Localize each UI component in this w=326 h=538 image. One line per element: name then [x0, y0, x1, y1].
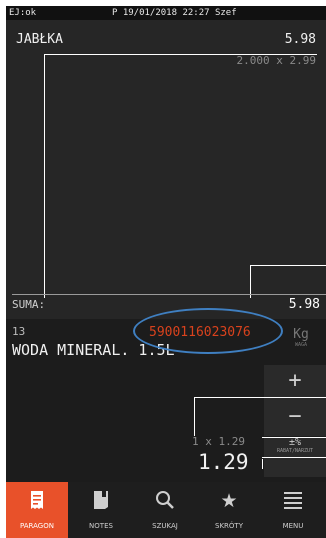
tab-label: MENU — [282, 522, 304, 530]
annotation-line — [262, 457, 326, 458]
star-icon: ★ — [220, 490, 238, 512]
ej-status: EJ:ok — [9, 8, 37, 18]
tab-label: SZUKAJ — [152, 522, 178, 530]
menu-icon — [262, 490, 324, 515]
status-bar: EJ:ok P 19/01/2018 22:27 Szef — [6, 6, 326, 20]
sum-label: SUMA: — [12, 298, 46, 311]
tab-label: NOTES — [89, 522, 113, 530]
tab-paragon[interactable]: PARAGON — [6, 482, 68, 538]
receipt-line[interactable]: JABŁKA 5.98 — [16, 32, 316, 47]
unit-sub-label: WAGA — [294, 342, 308, 348]
annotation-line — [262, 437, 326, 438]
barcode-highlight-oval — [133, 308, 283, 354]
annotation-line — [194, 397, 326, 436]
sum-row: SUMA: 5.98 — [12, 294, 326, 312]
bottom-nav: PARAGON NOTES SZUKAJ ★ SKRÓTY MENU — [6, 482, 326, 538]
notes-icon — [70, 490, 132, 515]
tab-notes[interactable]: NOTES — [70, 482, 132, 538]
entry-qty-price: 1 x 1.29 — [192, 435, 245, 448]
unit-label: Kg — [293, 327, 309, 342]
tab-label: PARAGON — [20, 522, 54, 530]
plus-button[interactable]: + — [264, 365, 326, 398]
annotation-line — [262, 459, 263, 469]
tab-menu[interactable]: MENU — [262, 482, 324, 538]
discount-label: ±% — [288, 437, 302, 448]
item-name: JABŁKA — [16, 32, 63, 47]
weight-unit-button[interactable]: Kg WAGA — [281, 327, 321, 348]
annotation-line — [44, 54, 317, 298]
item-entry-panel: 13 5900116023076 WODA MINERAL. 1.5L Kg WA… — [6, 308, 326, 482]
sum-value: 5.98 — [288, 297, 320, 312]
search-icon — [134, 490, 196, 515]
date-user: P 19/01/2018 22:27 Szef — [112, 8, 237, 18]
item-total: 5.98 — [284, 32, 316, 47]
item-number: 13 — [12, 325, 26, 338]
tab-label: SKRÓTY — [215, 522, 243, 530]
tab-szukaj[interactable]: SZUKAJ — [134, 482, 196, 538]
discount-sub-label: RABAT/NARZUT — [276, 448, 314, 454]
entry-amount: 1.29 — [198, 450, 249, 474]
tab-skroty[interactable]: ★ SKRÓTY — [198, 482, 260, 538]
receipt-panel: JABŁKA 5.98 2.000 x 2.99 SUMA: 5.98 — [6, 20, 326, 319]
receipt-icon — [6, 490, 68, 515]
